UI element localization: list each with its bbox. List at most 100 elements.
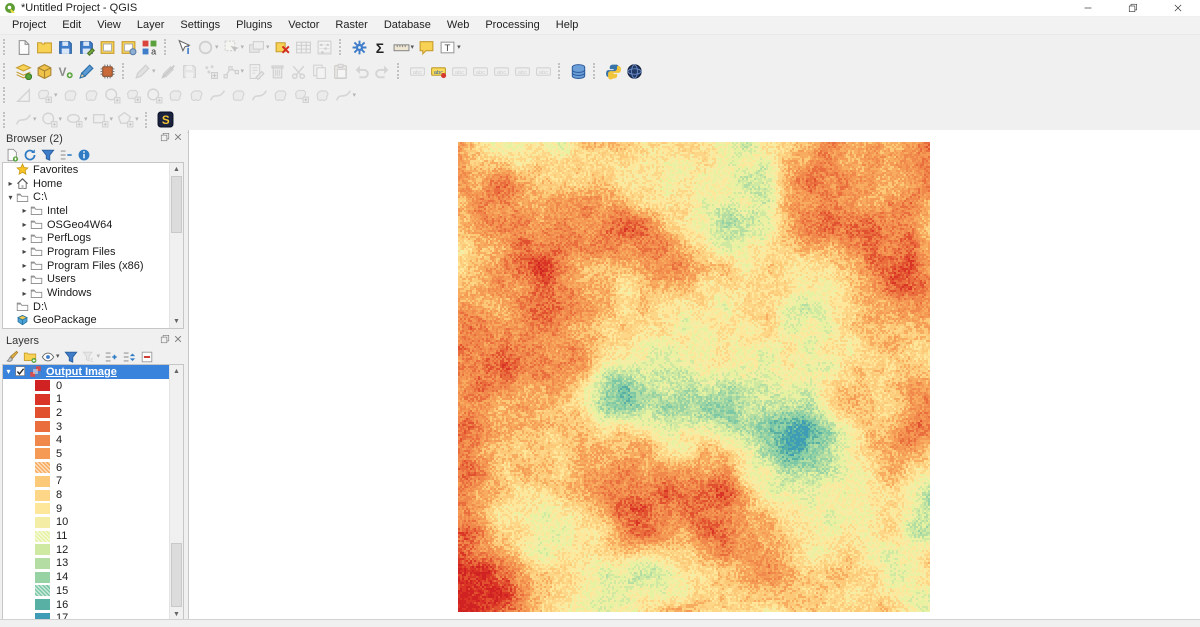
expander-icon[interactable]: ▸	[19, 206, 30, 215]
legend-class-16[interactable]: 16	[3, 598, 183, 612]
expander-icon[interactable]: ▸	[5, 179, 16, 188]
reshape-features-button[interactable]	[229, 85, 248, 106]
open-attribute-table-button[interactable]	[294, 37, 313, 58]
add-selected-layers-button[interactable]	[5, 147, 19, 163]
layer-visibility-checkbox[interactable]	[15, 366, 26, 377]
menu-project[interactable]: Project	[4, 17, 54, 34]
deselect-features-all-layers-button[interactable]	[273, 37, 292, 58]
dropdown-arrow-icon[interactable]: ▾	[135, 109, 139, 130]
browser-item-program-files-x86[interactable]: ▸Program Files (x86)	[3, 259, 183, 273]
processing-toolbox-button[interactable]	[350, 37, 369, 58]
semi-automatic-classification-plugin-button[interactable]: S	[156, 109, 175, 130]
legend-class-9[interactable]: 9	[3, 502, 183, 516]
browser-item-program-files[interactable]: ▸Program Files	[3, 245, 183, 259]
legend-class-8[interactable]: 8	[3, 488, 183, 502]
digitize-circular-string-button[interactable]: ▾	[14, 109, 38, 130]
dropdown-arrow-icon[interactable]: ▾	[54, 85, 58, 106]
expander-icon[interactable]: ▾	[5, 193, 16, 202]
legend-class-7[interactable]: 7	[3, 475, 183, 489]
browser-item-users[interactable]: ▸Users	[3, 273, 183, 287]
raster-output-image[interactable]	[458, 142, 930, 612]
save-layer-edits-button[interactable]	[180, 61, 199, 82]
remove-layer-group-button[interactable]	[140, 349, 154, 365]
expander-icon[interactable]: ▸	[19, 289, 30, 298]
dropdown-arrow-icon[interactable]: ▾	[266, 37, 270, 58]
browser-item-favorites[interactable]: Favorites	[3, 163, 183, 177]
open-project-button[interactable]	[35, 37, 54, 58]
browser-item-d[interactable]: D:\	[3, 300, 183, 314]
layers-undock-icon[interactable]	[160, 334, 170, 344]
scrollbar-thumb[interactable]	[171, 543, 182, 607]
refresh-button[interactable]	[23, 147, 37, 163]
dropdown-arrow-icon[interactable]: ▾	[84, 109, 88, 130]
layer-labeling-button[interactable]: abc	[408, 61, 427, 82]
scroll-down-icon[interactable]: ▼	[170, 315, 183, 328]
layer-item-output-image[interactable]: ▾Output Image	[3, 365, 183, 379]
expander-icon[interactable]: ▸	[19, 220, 30, 229]
legend-class-15[interactable]: 15	[3, 584, 183, 598]
browser-item-home[interactable]: ▸Home	[3, 177, 183, 191]
delete-selected-button[interactable]	[268, 61, 287, 82]
dropdown-arrow-icon[interactable]: ▾	[411, 37, 415, 58]
expander-icon[interactable]: ▸	[19, 247, 30, 256]
current-edits-button[interactable]: ▾	[133, 61, 157, 82]
merge-selected-features-button[interactable]	[292, 85, 311, 106]
dropdown-arrow-icon[interactable]: ▾	[33, 109, 37, 130]
minimize-button[interactable]	[1065, 0, 1110, 16]
undo-button[interactable]	[352, 61, 371, 82]
browser-item-perflogs[interactable]: ▸PerfLogs	[3, 231, 183, 245]
browser-item-intel[interactable]: ▸Intel	[3, 204, 183, 218]
select-features-by-value-button[interactable]: ▾	[222, 37, 246, 58]
menu-edit[interactable]: Edit	[54, 17, 89, 34]
restore-button[interactable]	[1110, 0, 1155, 16]
expander-icon[interactable]: ▸	[19, 275, 30, 284]
copy-features-button[interactable]	[310, 61, 329, 82]
browser-undock-icon[interactable]	[160, 132, 170, 142]
menu-database[interactable]: Database	[376, 17, 439, 34]
legend-class-3[interactable]: 3	[3, 420, 183, 434]
map-tips-button[interactable]	[417, 37, 436, 58]
legend-class-11[interactable]: 11	[3, 529, 183, 543]
split-features-button[interactable]	[250, 85, 269, 106]
dropdown-arrow-icon[interactable]: ▾	[353, 85, 357, 106]
add-mesh-layer-button[interactable]	[77, 61, 96, 82]
browser-scrollbar[interactable]: ▲▼	[169, 163, 183, 328]
fill-ring-button[interactable]	[145, 85, 164, 106]
digitize-rectangle-button[interactable]: ▾	[91, 109, 115, 130]
dropdown-arrow-icon[interactable]: ▾	[59, 109, 63, 130]
trim-extend-feature-button[interactable]: ▾	[334, 85, 358, 106]
legend-class-14[interactable]: 14	[3, 570, 183, 584]
filter-browser-button[interactable]	[41, 147, 55, 163]
rotate-feature-button[interactable]	[61, 85, 80, 106]
text-annotation-button[interactable]: T▾	[438, 37, 462, 58]
rotate-label-button[interactable]: abc	[534, 61, 553, 82]
legend-class-0[interactable]: 0	[3, 379, 183, 393]
add-vector-layer-button[interactable]	[35, 61, 54, 82]
new-print-layout-button[interactable]	[98, 37, 117, 58]
add-group-button[interactable]	[23, 349, 37, 365]
db-manager-button[interactable]	[569, 61, 588, 82]
delete-ring-button[interactable]	[166, 85, 185, 106]
save-project-button[interactable]	[56, 37, 75, 58]
dropdown-arrow-icon[interactable]: ▾	[241, 37, 245, 58]
scroll-up-icon[interactable]: ▲	[170, 365, 183, 378]
metasearch-button[interactable]	[625, 61, 644, 82]
python-console-button[interactable]	[604, 61, 623, 82]
add-ring-button[interactable]	[103, 85, 122, 106]
save-project-as-button[interactable]	[77, 37, 96, 58]
menu-processing[interactable]: Processing	[477, 17, 547, 34]
highlight-pinned-labels-button[interactable]: abc	[471, 61, 490, 82]
menu-vector[interactable]: Vector	[280, 17, 327, 34]
menu-layer[interactable]: Layer	[129, 17, 173, 34]
menu-web[interactable]: Web	[439, 17, 477, 34]
expander-icon[interactable]: ▸	[19, 261, 30, 270]
open-data-source-manager-button[interactable]	[14, 61, 33, 82]
scroll-up-icon[interactable]: ▲	[170, 163, 183, 176]
style-manager-button[interactable]: a	[140, 37, 159, 58]
enable-properties-widget-button[interactable]	[77, 147, 91, 163]
pin-labels-button[interactable]: abc	[450, 61, 469, 82]
rotate-point-symbols-button[interactable]	[313, 85, 332, 106]
legend-class-4[interactable]: 4	[3, 433, 183, 447]
dropdown-arrow-icon[interactable]: ▾	[215, 37, 219, 58]
select-features-button[interactable]: ▾	[196, 37, 220, 58]
